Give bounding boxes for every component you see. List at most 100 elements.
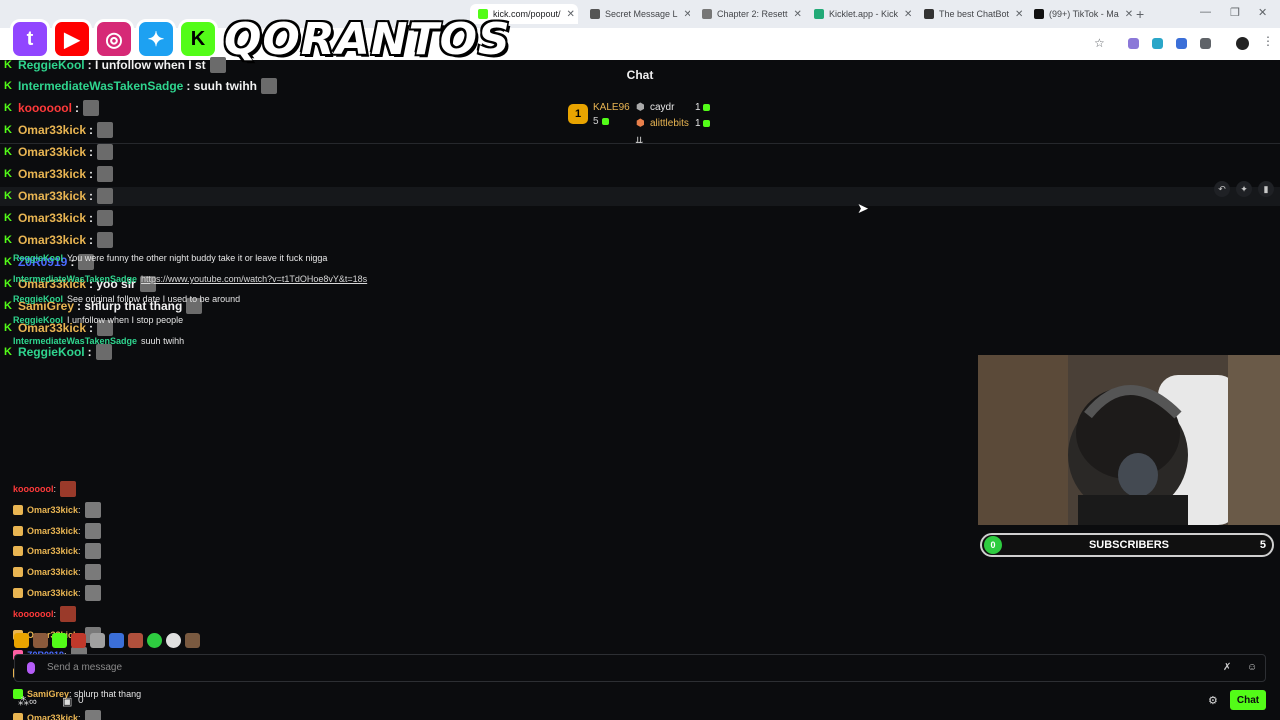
site-favicon-icon	[1034, 9, 1044, 19]
overlay-chat-message: K ReggieKool:	[4, 344, 112, 360]
chat-text: suuh twihh	[141, 336, 185, 346]
emote-icon[interactable]	[147, 632, 162, 648]
kick-badge-icon: K	[4, 168, 12, 180]
pin-icon[interactable]: ✦	[1236, 181, 1252, 197]
close-tab-icon[interactable]: ✕	[794, 9, 802, 20]
emote-quick-bar	[14, 632, 204, 648]
users-icon[interactable]: ⁂∞	[18, 695, 37, 708]
leader-name[interactable]: alittlebits	[650, 118, 689, 129]
twitter-icon: ✦	[136, 19, 176, 59]
star-icon[interactable]: ☆	[1094, 36, 1105, 50]
chat-username[interactable]: Omar33kick	[27, 505, 78, 515]
chat-username[interactable]: Omar33kick	[18, 233, 86, 247]
chat-text: :	[89, 233, 94, 247]
close-tab-icon[interactable]: ✕	[1125, 9, 1133, 20]
menu-dots-icon[interactable]: ⋮	[1262, 34, 1274, 48]
undo-icon[interactable]: ↶	[1214, 181, 1230, 197]
chat-link[interactable]: https://www.youtube.com/watch?v=t1TdOHoe…	[141, 274, 367, 284]
chat-input-placeholder: Send a message	[47, 662, 123, 673]
leader-name[interactable]: caydr	[650, 102, 674, 113]
chat-message: kooooool:	[13, 481, 77, 497]
subscriber-goal: 5	[1259, 539, 1266, 551]
rank-icon: ⬢	[636, 102, 645, 113]
site-favicon-icon	[590, 9, 600, 19]
chat-username[interactable]: kooooool	[13, 484, 54, 494]
chat-username[interactable]: Omar33kick	[27, 546, 78, 556]
close-tab-icon[interactable]: ✕	[1015, 9, 1023, 20]
trash-icon[interactable]: ▮	[1258, 181, 1274, 197]
mid-chat-message: ReggieKool I unfollow when I stop people	[13, 315, 183, 325]
overlay-chat-message: K Omar33kick:	[4, 232, 114, 248]
chat-text: :	[78, 588, 81, 598]
chat-username[interactable]: Omar33kick	[18, 167, 86, 181]
emote-icon[interactable]	[14, 632, 29, 648]
kick-badge-icon: K	[4, 146, 12, 158]
chat-username[interactable]: Omar33kick	[27, 588, 78, 598]
chat-username[interactable]: Omar33kick	[18, 211, 86, 225]
collapse-leaderboard-icon[interactable]: ⇊	[635, 136, 643, 147]
tab-kicklet[interactable]: Kicklet.app - Kick ✕	[806, 4, 914, 24]
chat-text: : I unfollow when I st	[87, 58, 206, 72]
overlay-chat-message: K Omar33kick:	[4, 144, 114, 160]
chat-message: Omar33kick:	[13, 564, 101, 580]
tab-tiktok[interactable]: (99+) TikTok - Ma ✕	[1026, 4, 1134, 24]
chat-username[interactable]: Omar33kick	[18, 189, 86, 203]
close-tab-icon[interactable]: ✕	[684, 9, 690, 20]
chat-username[interactable]: Omar33kick	[27, 526, 78, 536]
settings-gear-icon[interactable]: ⚙	[1208, 694, 1218, 707]
overlay-chat-message: K Omar33kick:	[4, 122, 114, 138]
chat-username[interactable]: Omar33kick	[18, 123, 86, 137]
kick-badge-icon: K	[4, 59, 12, 71]
chat-username[interactable]: IntermediateWasTakenSadge	[18, 79, 183, 93]
chat-text: : suuh twihh	[186, 79, 257, 93]
emote-icon[interactable]	[33, 632, 48, 648]
tab-chatbot[interactable]: The best ChatBot ✕	[916, 4, 1024, 24]
chat-username[interactable]: Omar33kick	[18, 145, 86, 159]
chat-username[interactable]: IntermediateWasTakenSadge	[13, 336, 137, 346]
emote-icon[interactable]	[128, 632, 143, 648]
chat-username[interactable]: ReggieKool	[18, 58, 85, 72]
emote-icon[interactable]	[71, 632, 86, 648]
chat-username[interactable]: ReggieKool	[13, 253, 63, 263]
chat-username[interactable]: ReggieKool	[18, 345, 85, 359]
gift-box-icon[interactable]: ▣	[62, 695, 72, 708]
restore-icon[interactable]: ❐	[1230, 6, 1240, 19]
tab-secret-message[interactable]: Secret Message L ✕	[582, 4, 690, 24]
emote-icon	[97, 166, 114, 182]
extension-icon[interactable]	[1128, 38, 1139, 49]
emote-icon[interactable]	[90, 632, 105, 648]
extensions-puzzle-icon[interactable]	[1200, 38, 1211, 49]
new-tab-icon[interactable]: +	[1136, 6, 1144, 22]
chat-username[interactable]: IntermediateWasTakenSadge	[13, 274, 137, 284]
chat-username[interactable]: ReggieKool	[13, 315, 63, 325]
webcam-feed	[978, 355, 1280, 525]
emote-icon	[84, 564, 101, 580]
emoji-icon[interactable]: ☺	[1247, 662, 1257, 673]
close-tab-icon[interactable]: ✕	[567, 9, 575, 20]
chat-input-box[interactable]: Send a message ✗ ☺	[14, 654, 1266, 682]
emote-icon	[84, 543, 101, 559]
minimize-icon[interactable]: —	[1200, 6, 1211, 18]
extension-icon[interactable]	[1176, 38, 1187, 49]
emote-icon[interactable]	[166, 632, 181, 648]
leader-name[interactable]: KALE96	[593, 102, 630, 113]
emote-icon[interactable]	[52, 632, 67, 648]
tab-chapter-2[interactable]: Chapter 2: Resett ✕	[694, 4, 802, 24]
gift-icon	[703, 120, 710, 127]
profile-avatar[interactable]	[1236, 37, 1249, 50]
emote-icon	[95, 344, 112, 360]
close-tab-icon[interactable]: ✕	[904, 9, 912, 20]
kick-badge-icon: K	[4, 102, 12, 114]
translate-icon[interactable]: ✗	[1223, 662, 1231, 673]
emote-icon[interactable]	[109, 632, 124, 648]
mouse-cursor-icon: ➤	[857, 200, 869, 216]
chat-username[interactable]: kooooool	[13, 609, 54, 619]
chat-username[interactable]: Omar33kick	[27, 567, 78, 577]
chat-username[interactable]: ReggieKool	[13, 294, 63, 304]
emote-icon[interactable]	[185, 632, 200, 648]
extension-icon[interactable]	[1152, 38, 1163, 49]
send-chat-button[interactable]: Chat	[1230, 690, 1266, 710]
close-window-icon[interactable]: ✕	[1258, 6, 1267, 19]
microphone-icon[interactable]	[27, 662, 35, 674]
chat-username[interactable]: kooooool	[18, 101, 72, 115]
